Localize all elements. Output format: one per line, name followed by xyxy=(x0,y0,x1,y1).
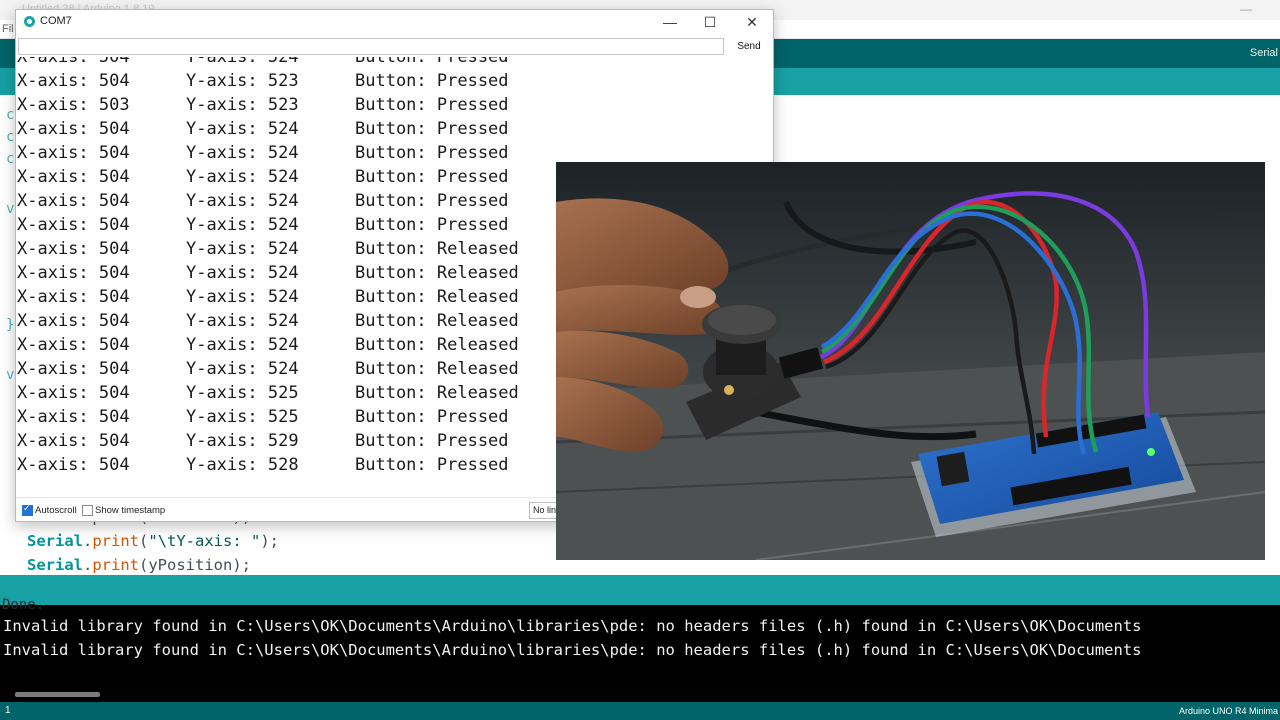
code-line: Serial.print(yPosition); xyxy=(27,556,251,574)
ide-status-bar: 1 Arduino UNO R4 Minima xyxy=(0,702,1280,720)
serial-monitor-titlebar: COM7 — ☐ ✕ xyxy=(16,10,773,34)
serial-monitor-title: COM7 xyxy=(40,15,72,27)
ide-console: Done. Invalid library found in C:\Users\… xyxy=(0,597,1280,702)
serial-monitor-button[interactable]: Serial xyxy=(1250,47,1278,59)
minimize-icon[interactable]: — xyxy=(655,12,685,32)
autoscroll-checkbox[interactable] xyxy=(22,503,33,516)
joystick-arduino-photo xyxy=(556,162,1265,560)
ide-output-bar xyxy=(0,575,1280,605)
show-timestamp-checkbox[interactable] xyxy=(82,505,93,516)
show-timestamp-label: Show timestamp xyxy=(95,505,166,516)
console-line: Invalid library found in C:\Users\OK\Doc… xyxy=(3,641,1142,659)
console-line: Invalid library found in C:\Users\OK\Doc… xyxy=(3,617,1142,635)
gutter-fold-icon: v xyxy=(6,367,15,383)
code-line: Serial.print("\tY-axis: "); xyxy=(27,532,280,550)
menu-file[interactable]: Fil xyxy=(2,23,14,35)
gutter-fold-icon: c xyxy=(6,129,15,145)
ide-minimize-button[interactable]: — xyxy=(1240,2,1252,16)
gutter-fold-icon: c xyxy=(6,107,15,123)
close-icon[interactable]: ✕ xyxy=(737,12,767,32)
console-horizontal-scrollbar[interactable] xyxy=(15,692,100,697)
send-button[interactable]: Send xyxy=(730,38,768,55)
serial-send-input[interactable] xyxy=(18,38,724,55)
gutter-fold-icon: v xyxy=(6,201,15,217)
status-board-name: Arduino UNO R4 Minima xyxy=(1178,706,1278,716)
autoscroll-label: Autoscroll xyxy=(35,505,77,516)
photo-illustration xyxy=(556,162,1265,560)
maximize-icon[interactable]: ☐ xyxy=(695,12,725,32)
arduino-app-icon xyxy=(24,16,35,27)
console-status: Done. xyxy=(2,597,45,613)
status-line-number: 1 xyxy=(5,705,11,716)
gutter-fold-icon: } xyxy=(6,317,15,333)
gutter-fold-icon: c xyxy=(6,151,15,167)
serial-output-row: X-axis: 504 Y-axis: 524 Button: Pressed xyxy=(17,57,509,67)
